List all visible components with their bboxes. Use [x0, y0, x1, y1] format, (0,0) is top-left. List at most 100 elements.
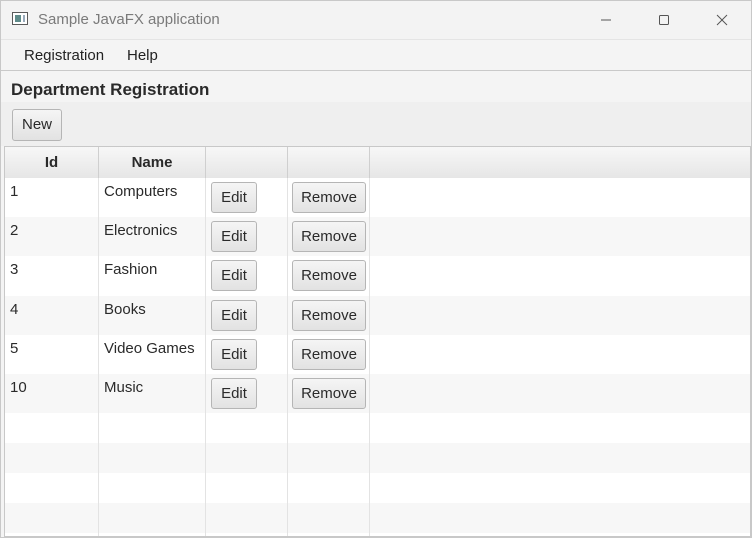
minimize-button[interactable] — [577, 1, 635, 39]
empty-table-row — [5, 533, 750, 536]
cell-remove: Remove — [288, 256, 370, 296]
department-name: Books — [104, 300, 146, 318]
maximize-button[interactable] — [635, 1, 693, 39]
cell-filler — [370, 335, 750, 374]
cell-id: 2 — [5, 217, 99, 257]
empty-cell — [99, 413, 206, 444]
table-header: Id Name — [5, 147, 750, 179]
table-row[interactable]: 1 Computers Edit Remove — [5, 178, 750, 218]
empty-cell — [288, 473, 370, 504]
menu-help[interactable]: Help — [127, 47, 158, 64]
table-row[interactable]: 5 Video Games Edit Remove — [5, 334, 750, 374]
column-header-edit[interactable] — [206, 147, 288, 178]
new-button[interactable]: New — [12, 109, 62, 141]
cell-filler — [370, 374, 750, 413]
cell-name: Computers — [99, 178, 206, 218]
empty-cell — [288, 533, 370, 536]
cell-filler — [370, 217, 750, 256]
cell-name: Books — [99, 295, 206, 335]
cell-name: Fashion — [99, 256, 206, 296]
empty-cell — [206, 413, 288, 444]
edit-button[interactable]: Edit — [211, 378, 257, 409]
empty-cell — [99, 503, 206, 534]
remove-button[interactable]: Remove — [292, 182, 366, 213]
cell-edit: Edit — [206, 217, 288, 257]
title-bar[interactable]: Sample JavaFX application — [1, 1, 751, 40]
column-header-filler — [370, 147, 750, 178]
close-button[interactable] — [693, 1, 751, 39]
department-name: Fashion — [104, 261, 158, 279]
cell-remove: Remove — [288, 374, 370, 414]
cell-edit: Edit — [206, 334, 288, 374]
empty-cell — [206, 443, 288, 474]
empty-table-row — [5, 503, 750, 534]
empty-cell — [288, 443, 370, 474]
empty-cell — [5, 413, 99, 444]
toolbar: New — [1, 102, 751, 146]
empty-table-row — [5, 473, 750, 504]
empty-cell — [5, 503, 99, 534]
edit-button[interactable]: Edit — [211, 299, 257, 331]
cell-filler — [370, 296, 750, 335]
cell-edit: Edit — [206, 256, 288, 296]
department-name: Video Games — [104, 339, 195, 357]
cell-edit: Edit — [206, 374, 288, 414]
remove-button[interactable]: Remove — [292, 260, 366, 292]
table-row[interactable]: 10 Music Edit Remove — [5, 374, 750, 414]
edit-button[interactable]: Edit — [211, 260, 257, 292]
menu-bar: Registration Help — [1, 40, 751, 71]
table-row[interactable]: 2 Electronics Edit Remove — [5, 217, 750, 257]
department-id: 10 — [10, 379, 27, 396]
cell-name: Electronics — [99, 217, 206, 257]
column-header-name[interactable]: Name — [99, 147, 206, 178]
cell-edit: Edit — [206, 295, 288, 335]
maximize-icon — [659, 15, 669, 25]
empty-cell — [206, 473, 288, 504]
column-header-remove[interactable] — [288, 147, 370, 178]
close-icon — [716, 14, 728, 26]
app-window-icon — [12, 12, 28, 25]
department-id: 5 — [10, 339, 19, 357]
department-name: Music — [104, 379, 144, 396]
empty-cell — [99, 443, 206, 474]
empty-cell — [5, 473, 99, 504]
empty-cell — [99, 533, 206, 536]
remove-button[interactable]: Remove — [292, 221, 366, 253]
cell-name: Video Games — [99, 334, 206, 374]
cell-id: 1 — [5, 178, 99, 218]
column-header-id[interactable]: Id — [5, 147, 99, 178]
window-title: Sample JavaFX application — [38, 11, 220, 28]
empty-cell — [288, 413, 370, 444]
cell-id: 10 — [5, 374, 99, 414]
department-id: 1 — [10, 183, 19, 200]
edit-button[interactable]: Edit — [211, 338, 257, 370]
department-name: Computers — [104, 183, 178, 200]
department-id: 3 — [10, 261, 19, 279]
cell-id: 5 — [5, 334, 99, 374]
cell-name: Music — [99, 374, 206, 414]
cell-id: 3 — [5, 256, 99, 296]
edit-button[interactable]: Edit — [211, 221, 257, 253]
page-title: Department Registration — [11, 80, 210, 99]
menu-registration[interactable]: Registration — [24, 47, 104, 64]
empty-cell — [5, 533, 99, 536]
department-id: 2 — [10, 222, 19, 240]
department-table: Id Name 1 Computers Edit Remove 2 Electronics… — [4, 146, 751, 537]
remove-button[interactable]: Remove — [292, 378, 366, 409]
cell-filler — [370, 178, 750, 217]
department-id: 4 — [10, 300, 19, 318]
edit-button[interactable]: Edit — [211, 182, 257, 213]
cell-filler — [370, 256, 750, 295]
empty-table-row — [5, 413, 750, 444]
table-row[interactable]: 3 Fashion Edit Remove — [5, 256, 750, 296]
app-window: Sample JavaFX application Registration H… — [0, 0, 752, 538]
remove-button[interactable]: Remove — [292, 338, 366, 370]
cell-id: 4 — [5, 295, 99, 335]
empty-cell — [5, 443, 99, 474]
empty-table-row — [5, 443, 750, 474]
remove-button[interactable]: Remove — [292, 299, 366, 331]
cell-remove: Remove — [288, 178, 370, 218]
table-row[interactable]: 4 Books Edit Remove — [5, 295, 750, 335]
empty-cell — [288, 503, 370, 534]
cell-remove: Remove — [288, 295, 370, 335]
